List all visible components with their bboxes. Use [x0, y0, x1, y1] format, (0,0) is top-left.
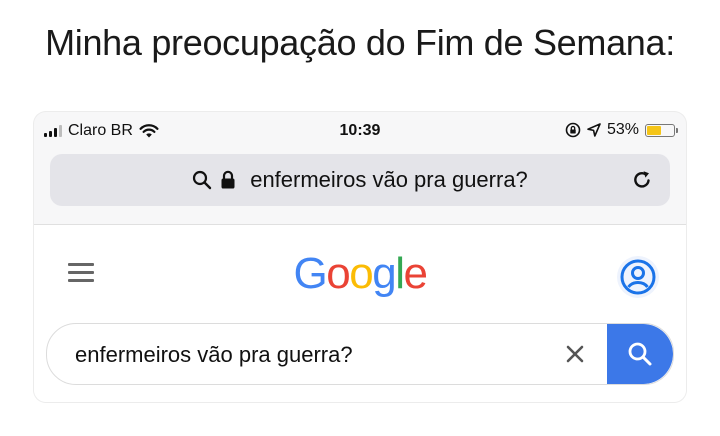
- reload-icon[interactable]: [630, 168, 654, 192]
- phone-screenshot: Claro BR 10:39 53% enfermeiros vão pra g…: [34, 112, 686, 402]
- logo-letter: o: [326, 249, 350, 298]
- lock-icon: [221, 170, 235, 189]
- address-bar[interactable]: enfermeiros vão pra guerra?: [50, 154, 670, 206]
- google-page: Google enfermeiros vão pra guerra?: [34, 225, 686, 402]
- status-bar: Claro BR 10:39 53%: [34, 112, 686, 150]
- battery-nub: [676, 127, 678, 133]
- location-arrow-icon: [587, 123, 601, 137]
- address-bar-content[interactable]: enfermeiros vão pra guerra?: [50, 154, 670, 206]
- clear-icon[interactable]: [563, 342, 587, 366]
- battery-icon: [645, 123, 675, 137]
- logo-letter: e: [403, 249, 427, 298]
- search-input[interactable]: enfermeiros vão pra guerra?: [75, 342, 353, 368]
- battery-fill: [647, 125, 661, 135]
- logo-letter: G: [293, 249, 328, 298]
- search-button[interactable]: [607, 324, 673, 384]
- orientation-lock-icon: [565, 122, 581, 138]
- account-icon[interactable]: [616, 255, 660, 299]
- address-bar-text[interactable]: enfermeiros vão pra guerra?: [250, 167, 528, 193]
- search-icon: [193, 170, 212, 190]
- battery-percent: 53%: [606, 121, 639, 138]
- logo-letter: g: [372, 249, 396, 298]
- search-box[interactable]: enfermeiros vão pra guerra?: [46, 323, 674, 385]
- status-right: 53%: [565, 121, 678, 139]
- search-icon: [628, 342, 652, 366]
- logo-letter: o: [349, 249, 373, 298]
- google-logo[interactable]: Google: [34, 249, 686, 299]
- meme-caption: Minha preocupação do Fim de Semana:: [45, 22, 675, 63]
